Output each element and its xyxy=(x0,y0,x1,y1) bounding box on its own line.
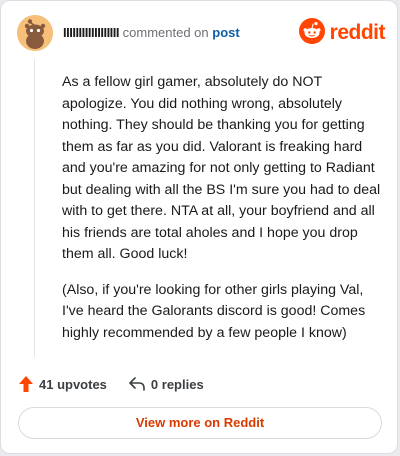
thread-line xyxy=(34,59,35,357)
upvote-arrow-icon xyxy=(19,376,33,392)
byline: IIIIIIIIIIIIIIIIII commented on post xyxy=(63,25,240,40)
comment-paragraph: (Also, if you're looking for other girls… xyxy=(62,281,366,341)
reddit-logo-icon xyxy=(298,17,325,49)
reply-button[interactable]: 0 replies xyxy=(129,377,204,392)
reddit-brand[interactable]: reddit xyxy=(298,17,386,49)
reply-arrow-icon xyxy=(129,377,145,391)
comment-embed-card: IIIIIIIIIIIIIIIIII commented on post red… xyxy=(0,0,398,454)
upvote-count: 41 upvotes xyxy=(39,376,107,392)
view-more-button[interactable]: View more on Reddit xyxy=(18,407,382,439)
comment-actions: 41 upvotes 0 replies xyxy=(19,375,226,393)
post-link[interactable]: post xyxy=(212,25,239,40)
comment-body: As a fellow girl gamer, absolutely do NO… xyxy=(62,72,382,358)
reply-count: 0 replies xyxy=(150,376,204,392)
username[interactable]: IIIIIIIIIIIIIIIIII xyxy=(63,25,120,40)
comment-paragraph: As a fellow girl gamer, absolutely do NO… xyxy=(62,74,381,262)
snoo-avatar-icon[interactable] xyxy=(17,15,53,51)
comment-header: IIIIIIIIIIIIIIIIII commented on post red… xyxy=(17,15,386,51)
reddit-wordmark: reddit xyxy=(329,21,386,44)
upvote-button[interactable]: 41 upvotes xyxy=(19,376,107,392)
commented-on-label: commented on xyxy=(122,25,209,40)
